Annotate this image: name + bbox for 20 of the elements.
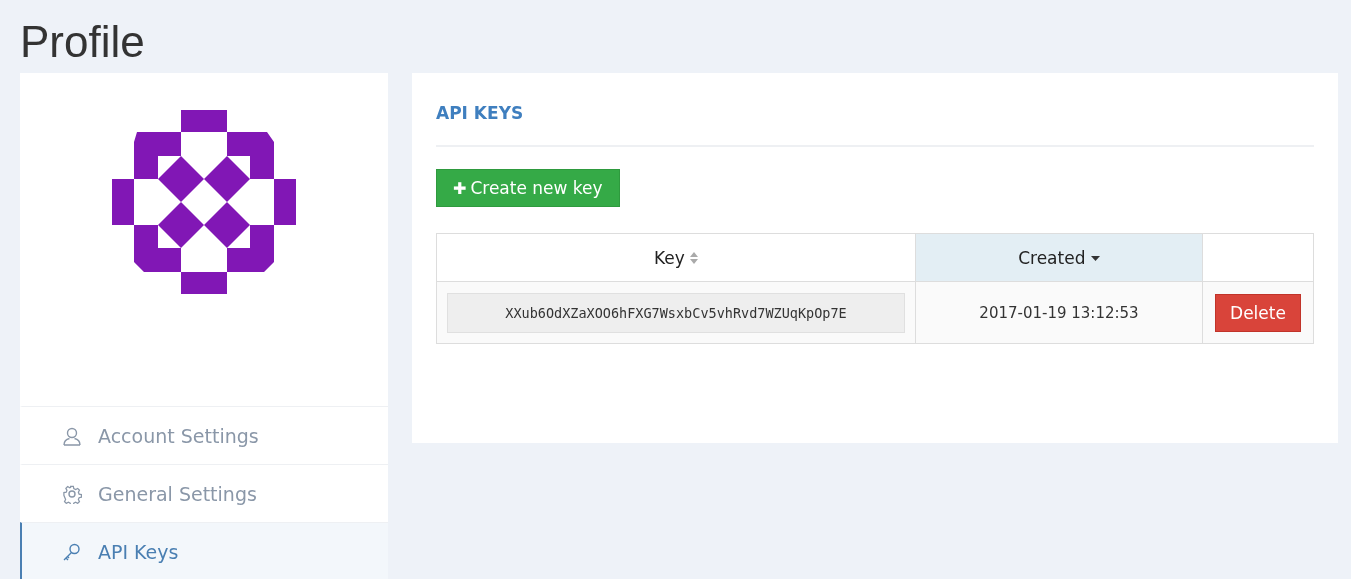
page-title: Profile — [20, 16, 146, 68]
sidebar-item[interactable]: Account Settings — [20, 406, 388, 464]
column-header[interactable]: Created — [915, 233, 1203, 282]
create-key-button[interactable]: ✚ Create new key — [436, 169, 620, 207]
sidebar-label: API Keys — [98, 540, 179, 563]
delete-button[interactable]: Delete — [1215, 293, 1301, 332]
column-header[interactable]: Key — [436, 233, 916, 282]
caret-icon — [1090, 255, 1100, 261]
header-label: Created — [1018, 248, 1086, 268]
created-date: 2017-01-19 13:12:53 — [979, 303, 1139, 322]
sort-icon — [690, 252, 699, 264]
key-icon — [62, 541, 82, 562]
section-heading: API KEYS — [436, 103, 525, 125]
settings-icon — [62, 483, 82, 504]
header-label: Key — [653, 248, 685, 268]
sidebar-label: Account Settings — [98, 424, 259, 447]
sidebar-label: General Settings — [98, 482, 257, 505]
api-key-field[interactable]: XXub6OdXZaXOO6hFXG7WsxbCv5vhRvd7WZUqKpOp7E — [447, 292, 905, 333]
user-icon — [62, 425, 82, 446]
sidebar-item[interactable]: API Keys — [20, 522, 388, 579]
